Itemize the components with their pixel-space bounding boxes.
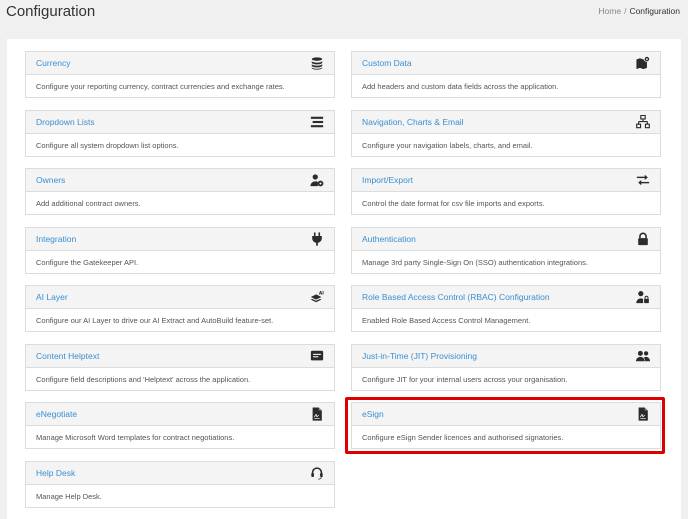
card-header: Currency	[26, 52, 334, 75]
ai-layers-icon: AI	[310, 290, 324, 304]
card-title-link[interactable]: Help Desk	[36, 468, 75, 478]
sitemap-icon	[636, 115, 650, 129]
lock-icon	[636, 232, 650, 246]
card-owners[interactable]: Owners Add additional contract owners.	[25, 168, 335, 215]
card-title-link[interactable]: eNegotiate	[36, 409, 77, 419]
card-description: Add additional contract owners.	[36, 199, 141, 208]
card-title-link[interactable]: Owners	[36, 175, 65, 185]
card-header: Import/Export	[352, 169, 660, 192]
card-title-link[interactable]: Currency	[36, 58, 70, 68]
page-title: Configuration	[6, 3, 96, 20]
card-enegotiate[interactable]: eNegotiate Manage Microsoft Word templat…	[25, 402, 335, 449]
card-custom-data[interactable]: Custom Data Add headers and custom data …	[351, 51, 661, 98]
card-jit-provisioning[interactable]: Just-in-Time (JIT) Provisioning Configur…	[351, 344, 661, 391]
card-header: Custom Data	[352, 52, 660, 75]
breadcrumb-current: Configuration	[629, 6, 680, 16]
card-description: Configure all system dropdown list optio…	[36, 141, 179, 150]
card-description: Configure our AI Layer to drive our AI E…	[36, 316, 274, 325]
card-header: Owners	[26, 169, 334, 192]
card-title-link[interactable]: AI Layer	[36, 292, 68, 302]
coins-icon	[310, 56, 324, 70]
card-title-link[interactable]: Integration	[36, 234, 76, 244]
map-marker-icon	[636, 56, 650, 70]
exchange-icon	[636, 173, 650, 187]
card-header: AI Layer AI	[26, 286, 334, 309]
card-title-link[interactable]: Navigation, Charts & Email	[362, 117, 464, 127]
card-header: Dropdown Lists	[26, 111, 334, 134]
users-icon	[636, 349, 650, 363]
card-description: Manage Help Desk.	[36, 492, 102, 501]
card-content-helptext[interactable]: Content Helptext Configure field descrip…	[25, 344, 335, 391]
file-signature-icon	[310, 407, 324, 421]
list-icon	[310, 115, 324, 129]
card-description: Add headers and custom data fields acros…	[362, 82, 559, 91]
card-title-link[interactable]: Dropdown Lists	[36, 117, 95, 127]
breadcrumb-separator: /	[624, 6, 627, 16]
card-title-link[interactable]: Custom Data	[362, 58, 412, 68]
comment-icon	[310, 349, 324, 363]
card-header: Navigation, Charts & Email	[352, 111, 660, 134]
card-authentication[interactable]: Authentication Manage 3rd party Single-S…	[351, 227, 661, 274]
card-title-link[interactable]: Import/Export	[362, 175, 413, 185]
plug-icon	[310, 232, 324, 246]
svg-text:AI: AI	[319, 290, 324, 296]
card-dropdown-lists[interactable]: Dropdown Lists Configure all system drop…	[25, 110, 335, 157]
card-import-export[interactable]: Import/Export Control the date format fo…	[351, 168, 661, 215]
card-header: eNegotiate	[26, 403, 334, 426]
headset-icon	[310, 466, 324, 480]
card-description: Control the date format for csv file imp…	[362, 199, 545, 208]
card-rbac-configuration[interactable]: Role Based Access Control (RBAC) Configu…	[351, 285, 661, 332]
breadcrumb: Home / Configuration	[598, 6, 680, 16]
user-cog-icon	[310, 173, 324, 187]
breadcrumb-home-link[interactable]: Home	[598, 6, 621, 16]
user-lock-icon	[636, 290, 650, 304]
card-title-link[interactable]: Content Helptext	[36, 351, 99, 361]
card-description: Manage Microsoft Word templates for cont…	[36, 433, 235, 442]
card-header: Help Desk	[26, 462, 334, 485]
card-currency[interactable]: Currency Configure your reporting curren…	[25, 51, 335, 98]
card-header: Role Based Access Control (RBAC) Configu…	[352, 286, 660, 309]
card-title-link[interactable]: Just-in-Time (JIT) Provisioning	[362, 351, 477, 361]
card-help-desk[interactable]: Help Desk Manage Help Desk.	[25, 461, 335, 508]
card-integration[interactable]: Integration Configure the Gatekeeper API…	[25, 227, 335, 274]
card-description: Configure the Gatekeeper API.	[36, 258, 139, 267]
card-description: Configure JIT for your internal users ac…	[362, 375, 568, 384]
card-header: Integration	[26, 228, 334, 251]
card-description: Configure field descriptions and 'Helpte…	[36, 375, 251, 384]
card-ai-layer[interactable]: AI Layer AI Configure our AI Layer to dr…	[25, 285, 335, 332]
card-title-link[interactable]: Role Based Access Control (RBAC) Configu…	[362, 292, 550, 302]
card-header: Just-in-Time (JIT) Provisioning	[352, 345, 660, 368]
page-header: Configuration Home / Configuration	[0, 0, 688, 30]
card-description: Configure your navigation labels, charts…	[362, 141, 533, 150]
card-header: Content Helptext	[26, 345, 334, 368]
card-header: Authentication	[352, 228, 660, 251]
esign-highlight-outline	[345, 397, 665, 454]
card-title-link[interactable]: Authentication	[362, 234, 416, 244]
card-description: Manage 3rd party Single-Sign On (SSO) au…	[362, 258, 588, 267]
card-navigation-charts-email[interactable]: Navigation, Charts & Email Configure you…	[351, 110, 661, 157]
card-description: Enabled Role Based Access Control Manage…	[362, 316, 531, 325]
card-description: Configure your reporting currency, contr…	[36, 82, 285, 91]
